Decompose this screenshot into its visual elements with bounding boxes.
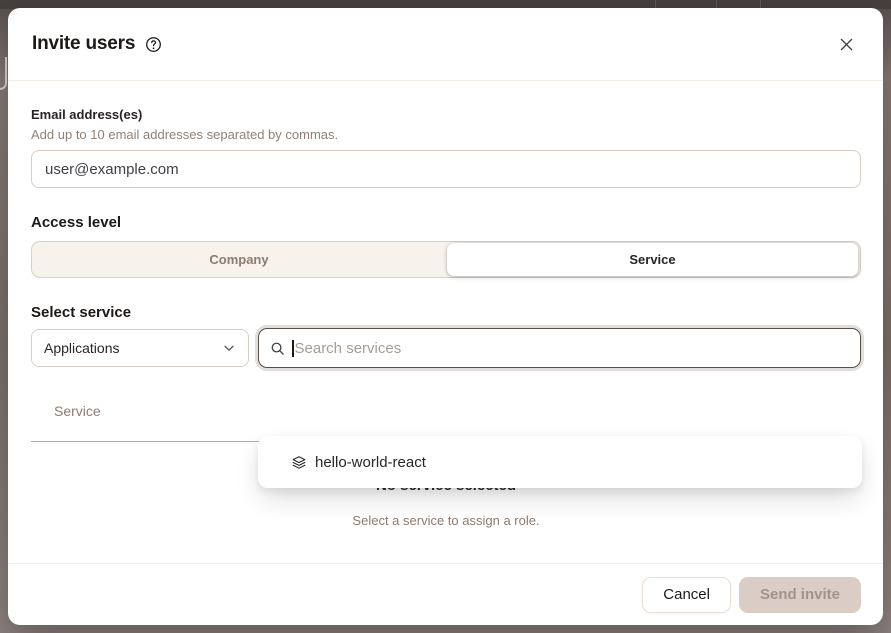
page-title: Invite users: [32, 33, 135, 55]
background-page-fragment: [0, 57, 7, 90]
close-button[interactable]: [834, 32, 859, 57]
search-icon: [270, 341, 285, 356]
help-button[interactable]: [145, 36, 162, 53]
cancel-button[interactable]: Cancel: [642, 577, 731, 613]
access-level-toggle: Company Service: [31, 241, 861, 278]
service-column-header: Service: [54, 403, 101, 419]
email-helper: Add up to 10 email addresses separated b…: [31, 127, 861, 143]
send-invite-button[interactable]: Send invite: [739, 577, 861, 613]
modal-body: Email address(es) Add up to 10 email add…: [8, 81, 883, 563]
chevron-down-icon: [222, 341, 236, 355]
circle-question-icon: [145, 36, 162, 53]
close-icon: [840, 38, 853, 51]
access-option-company[interactable]: Company: [32, 242, 446, 277]
layers-stack-icon: [292, 455, 306, 469]
service-search-field[interactable]: [258, 328, 861, 368]
page-background: Invite users Email add: [0, 0, 891, 633]
invite-users-modal: Invite users Email add: [8, 8, 883, 625]
access-level-label: Access level: [31, 215, 861, 231]
search-result-item[interactable]: hello-world-react: [266, 444, 854, 480]
empty-state-subtitle: Select a service to assign a role.: [31, 513, 861, 529]
select-service-label: Select service: [31, 305, 861, 321]
modal-header: Invite users: [8, 8, 883, 81]
email-input[interactable]: [31, 150, 861, 188]
service-type-value: Applications: [44, 340, 120, 356]
access-option-service[interactable]: Service: [447, 243, 858, 276]
service-type-select[interactable]: Applications: [31, 329, 249, 367]
search-input[interactable]: [295, 340, 850, 357]
modal-footer: Cancel Send invite: [8, 563, 883, 625]
email-label: Email address(es): [31, 107, 861, 123]
service-picker-row: Applications: [31, 328, 861, 368]
search-result-name: hello-world-react: [315, 454, 426, 471]
search-results-panel: hello-world-react: [258, 436, 862, 488]
text-cursor-icon: [292, 340, 294, 357]
